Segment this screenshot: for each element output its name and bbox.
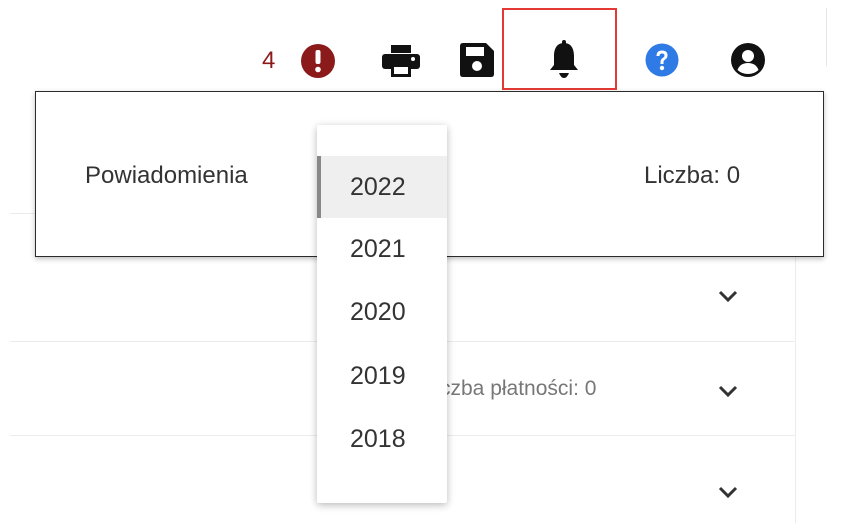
payment-count-label: czba płatności: 0 [440, 377, 597, 400]
toolbar: 4 [0, 0, 846, 92]
alert-icon[interactable] [300, 43, 336, 79]
year-option[interactable]: 2018 [317, 408, 447, 470]
notifications-count: Liczba: 0 [644, 162, 741, 189]
chevron-down-icon[interactable] [718, 486, 738, 500]
print-icon[interactable] [382, 45, 420, 77]
bell-highlight-box [502, 8, 617, 90]
year-option[interactable]: 2021 [317, 218, 447, 280]
year-dropdown[interactable]: 2022 2021 2020 2019 2018 [317, 125, 447, 503]
year-option[interactable]: 2020 [317, 281, 447, 343]
chevron-down-icon[interactable] [718, 290, 738, 304]
toolbar-divider [826, 8, 827, 66]
chevron-down-icon[interactable] [718, 385, 738, 399]
notifications-title: Powiadomienia [85, 162, 248, 189]
help-icon[interactable] [645, 43, 679, 77]
year-option[interactable]: 2019 [317, 345, 447, 407]
year-option-selected[interactable]: 2022 [317, 156, 447, 218]
account-icon[interactable] [731, 43, 765, 77]
alert-count: 4 [262, 47, 276, 74]
save-icon[interactable] [460, 43, 494, 77]
